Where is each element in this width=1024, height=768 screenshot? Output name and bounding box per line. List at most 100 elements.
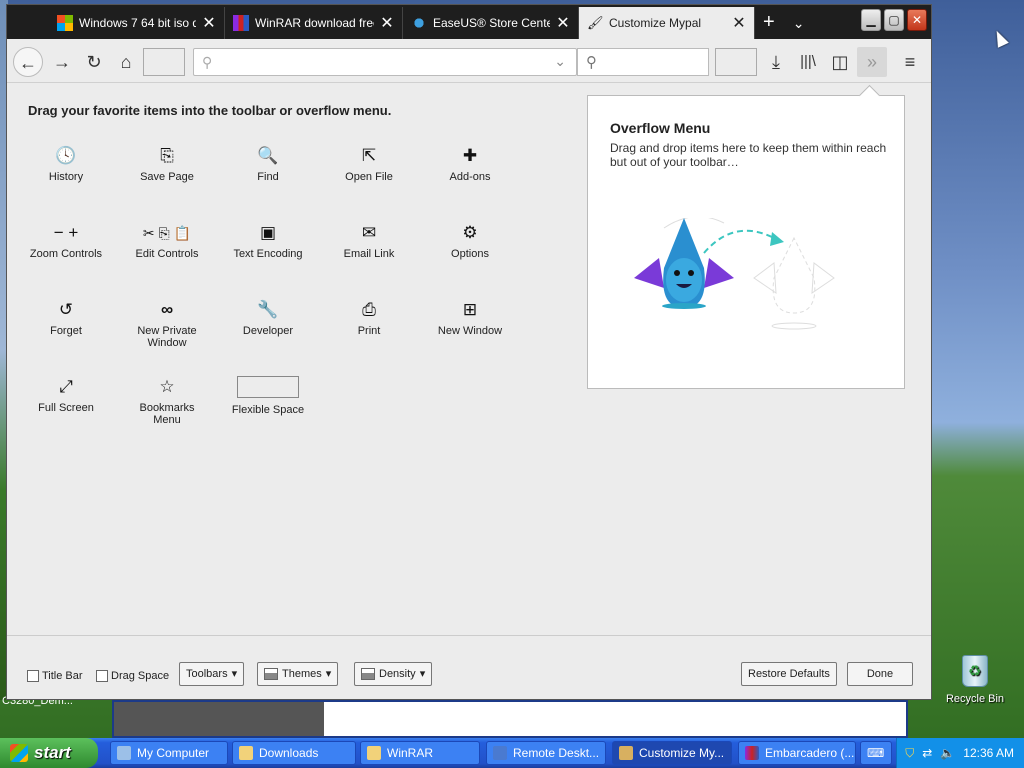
back-button[interactable]: ← xyxy=(13,47,43,77)
tab-label: Windows 7 64 bit iso do xyxy=(79,16,196,30)
close-window-button[interactable]: ✕ xyxy=(907,9,927,31)
home-button[interactable]: ⌂ xyxy=(111,47,141,77)
menu-button[interactable]: ≡ xyxy=(895,47,925,77)
mouse-cursor-icon xyxy=(991,28,1009,48)
windows-flag-icon xyxy=(10,744,28,762)
mask-icon: ∞ xyxy=(160,300,174,319)
network-icon[interactable]: ⇄ xyxy=(922,746,932,760)
volume-icon[interactable]: 🔈 xyxy=(940,746,955,760)
easeus-icon xyxy=(411,15,427,31)
tab-customize[interactable]: 🖌 Customize Mypal ✕ xyxy=(579,7,755,39)
button-label: Density xyxy=(379,668,416,680)
palette-item-print[interactable]: ⎙ Print xyxy=(319,299,419,337)
taskbar: start My Computer Downloads WinRAR Remot… xyxy=(0,738,1024,768)
checkbox-label: Drag Space xyxy=(111,670,170,682)
density-button[interactable]: Density ▾ xyxy=(354,662,433,686)
reload-button[interactable]: ↻ xyxy=(79,47,109,77)
palette-item-add-ons[interactable]: ✚ Add-ons xyxy=(420,145,520,183)
edit-icon: ✂ ⎘ 📋 xyxy=(142,225,192,241)
task-keyboard[interactable]: ⌨ xyxy=(860,741,892,765)
close-tab-icon[interactable]: ✕ xyxy=(380,13,394,33)
folder-icon xyxy=(367,746,381,760)
chevron-down-icon[interactable]: ⌄ xyxy=(554,53,566,70)
overflow-button[interactable]: » xyxy=(857,47,887,77)
item-label: Add-ons xyxy=(449,171,491,183)
close-tab-icon[interactable]: ✕ xyxy=(202,13,216,33)
palette-item-options[interactable]: ⚙ Options xyxy=(420,222,520,260)
chevron-down-icon[interactable]: ⌄ xyxy=(793,11,805,35)
task-customize-mypal[interactable]: Customize My... xyxy=(612,741,732,765)
tab-label: EaseUS® Store Center xyxy=(433,16,550,30)
search-bar[interactable]: ⚲ xyxy=(577,48,709,76)
chevron-down-icon: ▾ xyxy=(325,668,332,680)
done-button[interactable]: Done xyxy=(847,662,913,686)
title-bar-checkbox[interactable]: Title Bar xyxy=(27,670,83,682)
remote-desktop-icon xyxy=(493,746,507,760)
task-my-computer[interactable]: My Computer xyxy=(110,741,228,765)
palette-item-edit-controls[interactable]: ✂ ⎘ 📋 Edit Controls xyxy=(117,222,217,260)
item-label: Options xyxy=(451,248,489,260)
new-tab-icon[interactable]: + xyxy=(763,11,775,35)
item-label: Edit Controls xyxy=(135,248,199,260)
minimize-button[interactable]: ▁ xyxy=(861,9,881,31)
palette-item-forget[interactable]: ↺ Forget xyxy=(16,299,116,337)
overflow-title: Overflow Menu xyxy=(610,120,711,136)
url-bar[interactable]: ⚲ ⌄ xyxy=(193,48,577,76)
palette-heading: Drag your favorite items into the toolba… xyxy=(28,103,392,118)
item-label: Print xyxy=(357,325,381,337)
checkbox-box[interactable] xyxy=(27,670,39,682)
download-button[interactable]: ⤓ xyxy=(761,47,791,77)
forget-icon: ↺ xyxy=(58,300,74,319)
palette-item-developer[interactable]: 🔧 Developer xyxy=(218,299,318,337)
checkbox-box[interactable] xyxy=(96,670,108,682)
palette-item-find[interactable]: 🔍 Find xyxy=(218,145,318,183)
palette-item-new-window[interactable]: ⊞ New Window xyxy=(420,299,520,337)
chevron-down-icon: ▾ xyxy=(231,668,238,680)
maximize-button[interactable]: ▢ xyxy=(884,9,904,31)
task-label: WinRAR xyxy=(387,746,434,760)
item-label: Zoom Controls xyxy=(29,248,103,260)
button-label: Toolbars xyxy=(186,668,228,680)
palette-item-email-link[interactable]: ✉ Email Link xyxy=(319,222,419,260)
toolbar-placeholder[interactable] xyxy=(143,48,185,76)
palette-item-save-page[interactable]: ⎘ Save Page xyxy=(117,145,217,183)
close-tab-icon[interactable]: ✕ xyxy=(732,13,746,33)
palette-item-flexible-space[interactable]: Flexible Space xyxy=(218,376,318,416)
start-label: start xyxy=(34,743,71,762)
task-downloads[interactable]: Downloads xyxy=(232,741,356,765)
task-winrar[interactable]: WinRAR xyxy=(360,741,480,765)
restore-defaults-button[interactable]: Restore Defaults xyxy=(741,662,837,686)
tab-winrar[interactable]: WinRAR download free a ✕ xyxy=(225,7,403,39)
nav-toolbar: ← → ↻ ⌂ ⚲ ⌄ ⚲ ⤓ |||\ ◫ » ≡ xyxy=(7,39,931,83)
task-remote-desktop[interactable]: Remote Deskt... xyxy=(486,741,606,765)
paintbrush-icon: 🖌 xyxy=(587,15,604,30)
themes-button[interactable]: Themes ▾ xyxy=(257,662,339,686)
start-button[interactable]: start xyxy=(0,738,98,768)
palette-item-text-encoding[interactable]: ▣ Text Encoding xyxy=(218,222,318,260)
overflow-panel[interactable]: Overflow Menu Drag and drop items here t… xyxy=(587,95,905,389)
forward-button[interactable]: → xyxy=(47,47,77,77)
shield-icon[interactable]: ⛉ xyxy=(905,746,914,761)
fullscreen-icon: ⤢ xyxy=(59,377,73,396)
recycle-bin[interactable]: Recycle Bin xyxy=(940,655,1010,705)
sidebar-button[interactable]: ◫ xyxy=(825,47,855,77)
tab-windows7[interactable]: Windows 7 64 bit iso do ✕ xyxy=(49,7,225,39)
drag-space-checkbox[interactable]: Drag Space xyxy=(96,670,169,682)
item-label: Forget xyxy=(50,325,82,337)
clock[interactable]: 12:36 AM xyxy=(963,746,1014,760)
close-tab-icon[interactable]: ✕ xyxy=(556,13,570,33)
palette-item-history[interactable]: 🕓 History xyxy=(16,145,116,183)
toolbars-button[interactable]: Toolbars ▾ xyxy=(179,662,245,686)
search-icon: ⚲ xyxy=(586,54,597,71)
palette-item-bookmarks-menu[interactable]: ☆ Bookmarks Menu xyxy=(117,376,217,426)
background-window[interactable] xyxy=(112,700,908,738)
palette-item-new-private-window[interactable]: ∞ New Private Window xyxy=(117,299,217,349)
toolbar-placeholder[interactable] xyxy=(715,48,757,76)
palette-item-open-file[interactable]: ⇱ Open File xyxy=(319,145,419,183)
library-button[interactable]: |||\ xyxy=(793,47,823,77)
tab-easeus[interactable]: EaseUS® Store Center ✕ xyxy=(403,7,579,39)
task-embarcadero[interactable]: Embarcadero (... xyxy=(738,741,856,765)
palette-item-zoom-controls[interactable]: − + Zoom Controls xyxy=(16,222,116,260)
item-label: History xyxy=(48,171,84,183)
palette-item-full-screen[interactable]: ⤢ Full Screen xyxy=(16,376,116,414)
